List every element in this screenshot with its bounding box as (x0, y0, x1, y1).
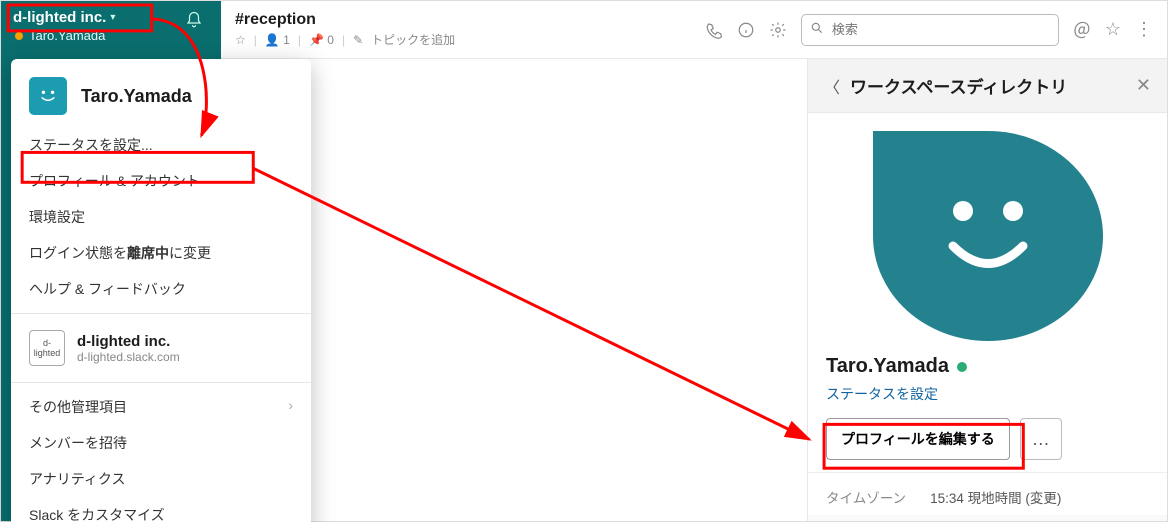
menu-avatar (29, 77, 67, 115)
timezone-label: タイムゾーン (826, 487, 906, 507)
gear-icon[interactable] (769, 21, 787, 39)
edit-icon: ✎ (353, 33, 363, 47)
bell-icon[interactable] (185, 11, 203, 34)
at-icon[interactable]: ＠ (1073, 17, 1091, 43)
channel-name[interactable]: #reception (235, 11, 455, 29)
back-icon[interactable]: 〈 (824, 74, 840, 98)
workspace-switcher[interactable]: d-lighted inc. ▾ (1, 1, 221, 28)
edit-profile-button[interactable]: プロフィールを編集する (826, 418, 1010, 460)
chevron-down-icon: ▾ (110, 12, 115, 23)
set-status-link[interactable]: ステータスを設定 (826, 384, 1149, 404)
presence-active-icon (957, 362, 967, 372)
menu-set-away[interactable]: ログイン状態を離席中に変更 (11, 235, 311, 271)
menu-customize-slack[interactable]: Slack をカスタマイズ (11, 497, 311, 522)
search-input-wrap[interactable] (801, 14, 1059, 46)
menu-separator-1 (11, 313, 311, 314)
sidebar-user-name: Taro.Yamada (29, 28, 105, 43)
menu-workspace-name: d-lighted inc. (77, 333, 180, 350)
menu-workspace-row[interactable]: d-lighted d-lighted inc. d-lighted.slack… (11, 320, 311, 376)
menu-preferences[interactable]: 環境設定 (11, 199, 311, 235)
profile-name: Taro.Yamada (826, 355, 949, 378)
workspace-menu: Taro.Yamada ステータスを設定... プロフィール & アカウント 環… (11, 59, 311, 522)
kebab-icon[interactable]: ⋮ (1135, 19, 1153, 40)
menu-analytics[interactable]: アナリティクス (11, 461, 311, 497)
close-icon[interactable]: ✕ (1136, 75, 1151, 96)
channel-header: #reception ☆ | 👤 1 | 📌 0 | ✎ トピックを追加 (221, 1, 1167, 59)
info-icon[interactable] (737, 21, 755, 39)
menu-separator-2 (11, 382, 311, 383)
menu-set-status[interactable]: ステータスを設定... (11, 127, 311, 163)
star-outline-icon[interactable]: ☆ (1105, 19, 1121, 40)
star-icon[interactable]: ☆ (235, 33, 246, 47)
phone-icon[interactable] (705, 21, 723, 39)
search-icon (810, 21, 824, 38)
panel-title: ワークスペースディレクトリ (850, 73, 1067, 98)
members-icon[interactable]: 👤 1 (265, 33, 290, 47)
channel-meta: ☆ | 👤 1 | 📌 0 | ✎ トピックを追加 (235, 31, 455, 48)
search-input[interactable] (830, 21, 1050, 38)
workspace-icon: d-lighted (29, 330, 65, 366)
timezone-row: タイムゾーン 15:34 現地時間 (変更) (808, 472, 1167, 515)
pin-icon[interactable]: 📌 0 (309, 33, 334, 47)
channel-topic-prompt[interactable]: トピックを追加 (371, 31, 455, 48)
chevron-right-icon: › (288, 397, 293, 413)
menu-workspace-url: d-lighted.slack.com (77, 350, 180, 364)
menu-profile-name: Taro.Yamada (81, 86, 192, 107)
menu-invite[interactable]: メンバーを招待 (11, 425, 311, 461)
timezone-value: 15:34 現地時間 (変更) (930, 487, 1061, 507)
menu-admin-other[interactable]: その他管理項目 › (11, 389, 311, 425)
menu-help-feedback[interactable]: ヘルプ & フィードバック (11, 271, 311, 307)
avatar (873, 131, 1103, 341)
menu-profile-account[interactable]: プロフィール & アカウント (11, 163, 311, 199)
presence-away-icon (15, 32, 23, 40)
right-panel: 〈 ワークスペースディレクトリ ✕ Taro.Yamada ステータスを設定 プ… (807, 59, 1167, 521)
more-button[interactable]: … (1020, 418, 1062, 460)
workspace-name: d-lighted inc. (13, 9, 106, 26)
